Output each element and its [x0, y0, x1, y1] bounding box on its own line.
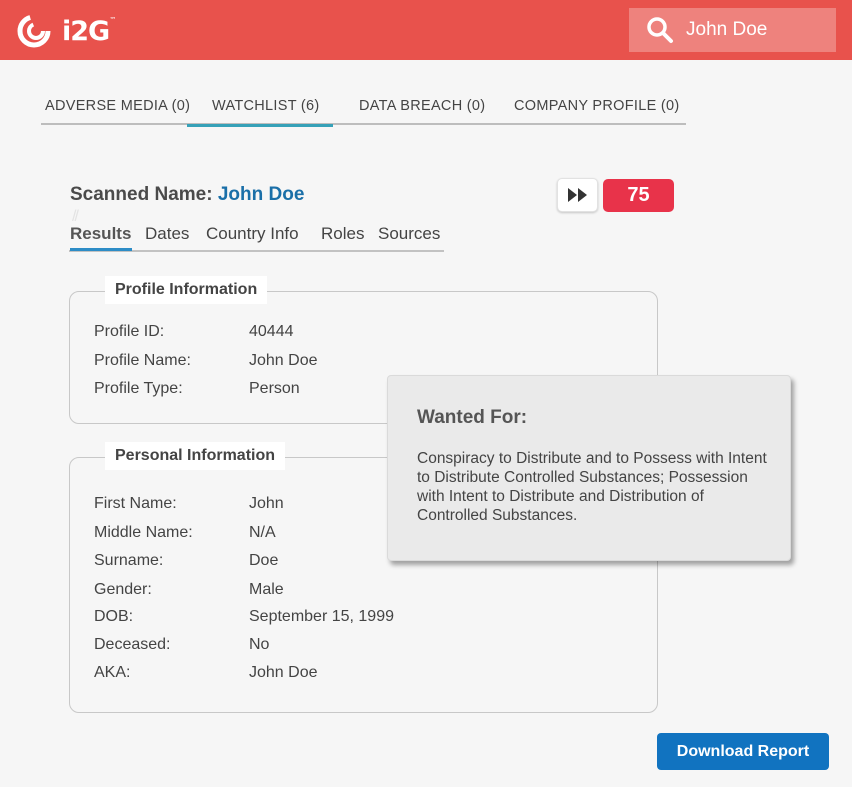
surname-value: Doe: [249, 552, 279, 569]
subtab-roles[interactable]: Roles: [321, 224, 364, 244]
profile-id-value: 40444: [249, 323, 294, 340]
search-input-value[interactable]: John Doe: [686, 19, 767, 41]
surname-label: Surname:: [94, 552, 164, 569]
deceased-label: Deceased:: [94, 636, 171, 653]
gender-label: Gender:: [94, 581, 152, 598]
dob-label: DOB:: [94, 608, 134, 625]
wanted-for-description: Conspiracy to Distribute and to Possess …: [417, 450, 767, 524]
tab-data-breach[interactable]: DATA BREACH (0): [359, 98, 485, 114]
profile-information-title: Profile Information: [105, 276, 268, 304]
result-subtabs: Results Dates Country Info Roles Sources: [69, 224, 444, 252]
dob-value: September 15, 1999: [249, 608, 394, 625]
fast-forward-button[interactable]: [557, 178, 598, 212]
profile-id-label: Profile ID:: [94, 323, 165, 340]
scanned-name-label: Scanned Name:: [70, 184, 213, 205]
subtab-dates[interactable]: Dates: [145, 224, 189, 244]
top-bar: i2G ™ John Doe: [0, 0, 852, 60]
profile-name-value: John Doe: [249, 352, 318, 369]
wanted-for-tooltip: Wanted For: Conspiracy to Distribute and…: [387, 375, 791, 561]
search-icon: [647, 17, 673, 43]
tab-watchlist[interactable]: WATCHLIST (6): [187, 98, 333, 127]
logo[interactable]: i2G ™: [14, 14, 117, 48]
risk-score-badge: 75: [603, 179, 674, 212]
profile-type-label: Profile Type:: [94, 380, 183, 397]
middle-name-label: Middle Name:: [94, 524, 193, 541]
tab-adverse-media[interactable]: ADVERSE MEDIA (0): [45, 98, 190, 114]
download-report-button[interactable]: Download Report: [657, 733, 829, 770]
logo-swirl-icon: [17, 14, 51, 48]
gender-value: Male: [249, 581, 284, 598]
deceased-value: No: [249, 636, 270, 653]
tab-company-profile[interactable]: COMPANY PROFILE (0): [514, 98, 680, 114]
aka-value: John Doe: [249, 664, 318, 681]
first-name-label: First Name:: [94, 495, 177, 512]
personal-information-title: Personal Information: [105, 442, 286, 470]
wanted-for-title: Wanted For:: [417, 407, 528, 428]
first-name-value: John: [249, 495, 284, 512]
category-tabs: ADVERSE MEDIA (0) WATCHLIST (6) DATA BRE…: [41, 91, 686, 127]
subtab-results[interactable]: Results: [70, 224, 133, 251]
logo-trademark: ™: [109, 15, 117, 24]
profile-type-value: Person: [249, 380, 300, 397]
profile-name-label: Profile Name:: [94, 352, 191, 369]
subtab-sources[interactable]: Sources: [378, 224, 440, 244]
aka-label: AKA:: [94, 664, 131, 681]
scanned-name-heading: Scanned Name: John Doe: [70, 184, 304, 206]
subtab-country-info[interactable]: Country Info: [206, 224, 299, 244]
logo-text: i2G ™: [62, 15, 117, 47]
scanned-name-value: John Doe: [217, 184, 305, 205]
search-box[interactable]: John Doe: [629, 8, 836, 52]
fast-forward-icon: [567, 188, 587, 202]
middle-name-value: N/A: [249, 524, 276, 541]
